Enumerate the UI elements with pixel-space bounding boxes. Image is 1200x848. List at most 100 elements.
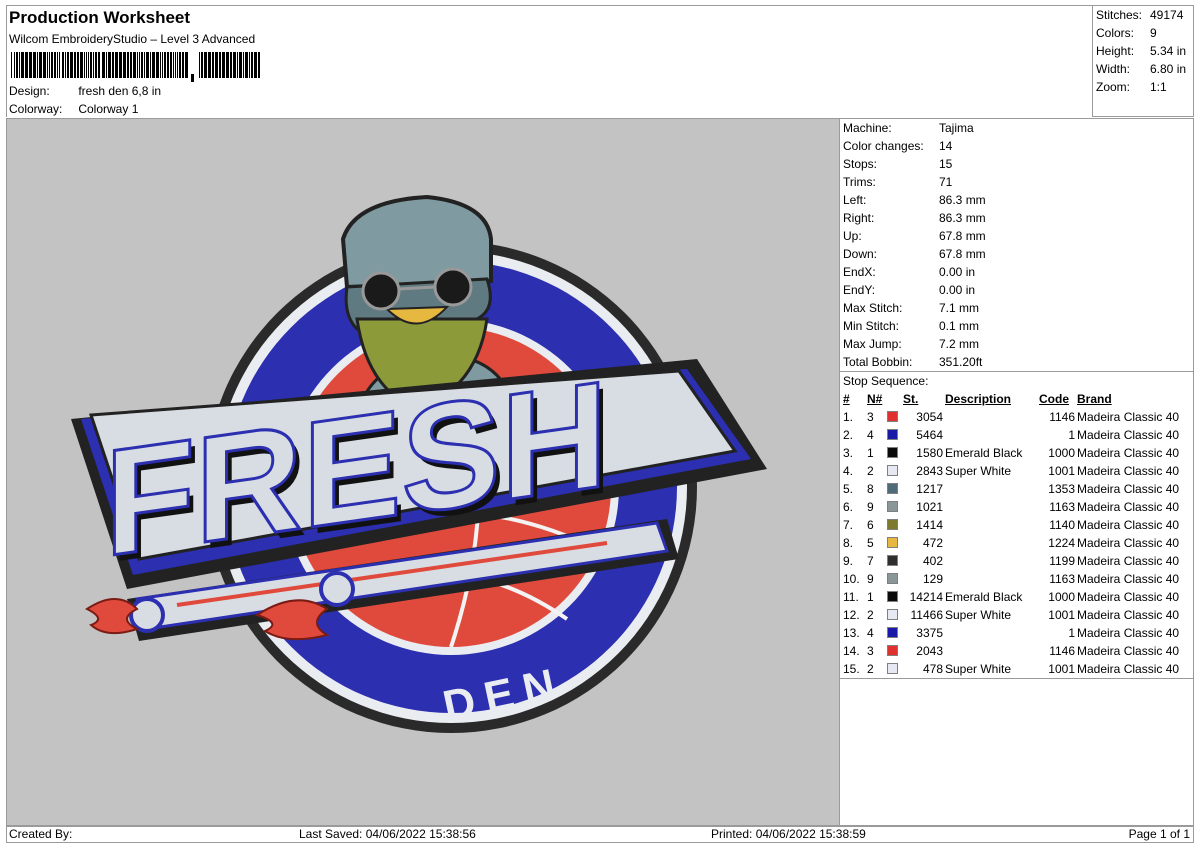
stop-code: 1163 <box>1049 500 1075 514</box>
stop-brand: Madeira Classic 40 <box>1077 572 1180 586</box>
col-needle: N# <box>867 392 883 406</box>
stop-num: 12. <box>843 608 860 622</box>
stop-color-cell <box>886 570 902 588</box>
stop-num: 9. <box>843 554 854 568</box>
design-name: fresh den 6,8 in <box>78 84 162 98</box>
stitches-label: Stitches: <box>1096 8 1143 22</box>
stop-brand: Madeira Classic 40 <box>1077 428 1180 442</box>
property-label: Up: <box>843 229 862 243</box>
stop-description: Emerald Black <box>945 590 1023 604</box>
property-label: Down: <box>843 247 878 261</box>
width-row: Width: 6.80 in <box>1093 60 1193 78</box>
stop-num: 6. <box>843 500 854 514</box>
color-swatch <box>887 501 898 512</box>
stop-st: 402 <box>922 554 943 568</box>
created-by: Created By: <box>9 827 73 841</box>
stop-row: 11. 1 14214 Emerald Black 1000 Madeira Classi… <box>842 588 1192 606</box>
property-value: Tajima <box>939 121 974 135</box>
colors-label: Colors: <box>1096 26 1135 40</box>
property-value: 0.00 in <box>939 265 976 279</box>
stop-brand: Madeira Classic 40 <box>1077 644 1180 658</box>
design-preview: FRESH FRESH DEN <box>6 118 840 826</box>
stop-n: 3 <box>867 410 874 424</box>
property-value: 0.00 in <box>939 283 976 297</box>
col-description: Description <box>945 392 1012 406</box>
color-swatch <box>887 411 898 422</box>
stop-brand: Madeira Classic 40 <box>1077 482 1180 496</box>
color-swatch <box>887 483 898 494</box>
property-label: Left: <box>843 193 867 207</box>
property-label: Total Bobbin: <box>843 355 913 369</box>
stop-brand: Madeira Classic 40 <box>1077 626 1180 640</box>
stop-num: 1. <box>843 410 854 424</box>
stop-st: 478 <box>922 662 943 676</box>
stop-color-cell <box>886 426 902 444</box>
property-value: 86.3 mm <box>939 211 986 225</box>
stop-brand: Madeira Classic 40 <box>1077 554 1180 568</box>
machine-properties: Machine: Tajima Color changes: 14 Stops: 15 Tr… <box>840 119 1193 371</box>
stop-n: 6 <box>867 518 874 532</box>
property-row: Trims: 71 <box>840 173 1193 191</box>
stop-n: 4 <box>867 428 874 442</box>
property-row: Machine: Tajima <box>840 119 1193 137</box>
stop-description <box>944 498 1038 516</box>
stop-row: 6. 9 1021 1163 Madeira Classic 40 <box>842 498 1192 516</box>
design-summary: Stitches: 49174 Colors: 9 Height: 5.34 in W… <box>1092 5 1194 117</box>
stop-n: 1 <box>867 590 874 604</box>
stop-color-cell <box>886 642 902 660</box>
stop-row: 4. 2 2843 Super White 1001 Madeira Classic 40 <box>842 462 1192 480</box>
worksheet-footer: Created By: Last Saved: 04/06/2022 15:38… <box>6 826 1194 843</box>
stop-code: 1000 <box>1048 590 1075 604</box>
property-value: 67.8 mm <box>939 247 986 261</box>
stop-n: 2 <box>867 608 874 622</box>
stop-code: 1001 <box>1048 608 1075 622</box>
property-row: Max Stitch: 7.1 mm <box>840 299 1193 317</box>
stop-brand: Madeira Classic 40 <box>1077 536 1180 550</box>
stop-row: 3. 1 1580 Emerald Black 1000 Madeira Classic … <box>842 444 1192 462</box>
col-stitches: St. <box>903 392 919 406</box>
stop-description: Super White <box>945 608 1012 622</box>
stop-brand: Madeira Classic 40 <box>1077 500 1180 514</box>
last-saved: Last Saved: 04/06/2022 15:38:56 <box>299 827 476 841</box>
property-row: Down: 67.8 mm <box>840 245 1193 263</box>
stop-brand: Madeira Classic 40 <box>1077 464 1180 478</box>
property-value: 71 <box>939 175 953 189</box>
stop-num: 13. <box>843 626 860 640</box>
stop-num: 5. <box>843 482 854 496</box>
stop-n: 9 <box>867 500 874 514</box>
stop-row: 14. 3 2043 1146 Madeira Classic 40 <box>842 642 1192 660</box>
property-row: Color changes: 14 <box>840 137 1193 155</box>
property-row: Stops: 15 <box>840 155 1193 173</box>
stitches-value: 49174 <box>1150 8 1184 22</box>
stop-sequence-divider <box>839 678 1193 679</box>
width-value: 6.80 in <box>1150 62 1187 76</box>
worksheet-header: Production Worksheet Wilcom EmbroiderySt… <box>6 5 1092 117</box>
software-name: Wilcom EmbroideryStudio – Level 3 Advanc… <box>9 32 256 46</box>
col-num: # <box>843 392 850 406</box>
stop-brand: Madeira Classic 40 <box>1077 446 1180 460</box>
stop-description <box>944 408 1038 426</box>
embroidery-logo: FRESH FRESH DEN <box>71 194 767 733</box>
stop-n: 9 <box>867 572 874 586</box>
printed-date: Printed: 04/06/2022 15:38:59 <box>711 827 866 841</box>
stop-st: 2043 <box>916 644 943 658</box>
zoom-row: Zoom: 1:1 <box>1093 78 1193 96</box>
stop-st: 129 <box>922 572 943 586</box>
stop-row: 1. 3 3054 1146 Madeira Classic 40 <box>842 408 1192 426</box>
stop-n: 2 <box>867 464 874 478</box>
stop-code: 1353 <box>1048 482 1075 496</box>
property-value: 14 <box>939 139 953 153</box>
stop-description: Super White <box>945 662 1012 676</box>
color-swatch <box>887 465 898 476</box>
stop-brand: Madeira Classic 40 <box>1077 608 1180 622</box>
stop-sequence-title: Stop Sequence: <box>840 371 1193 390</box>
stop-color-cell <box>886 480 902 498</box>
stop-n: 4 <box>867 626 874 640</box>
stop-description <box>944 552 1038 570</box>
stop-color-cell <box>886 552 902 570</box>
property-row: Left: 86.3 mm <box>840 191 1193 209</box>
stop-row: 5. 8 1217 1353 Madeira Classic 40 <box>842 480 1192 498</box>
stop-st: 5464 <box>916 428 943 442</box>
stop-color-cell <box>886 624 902 642</box>
stop-color-cell <box>886 534 902 552</box>
